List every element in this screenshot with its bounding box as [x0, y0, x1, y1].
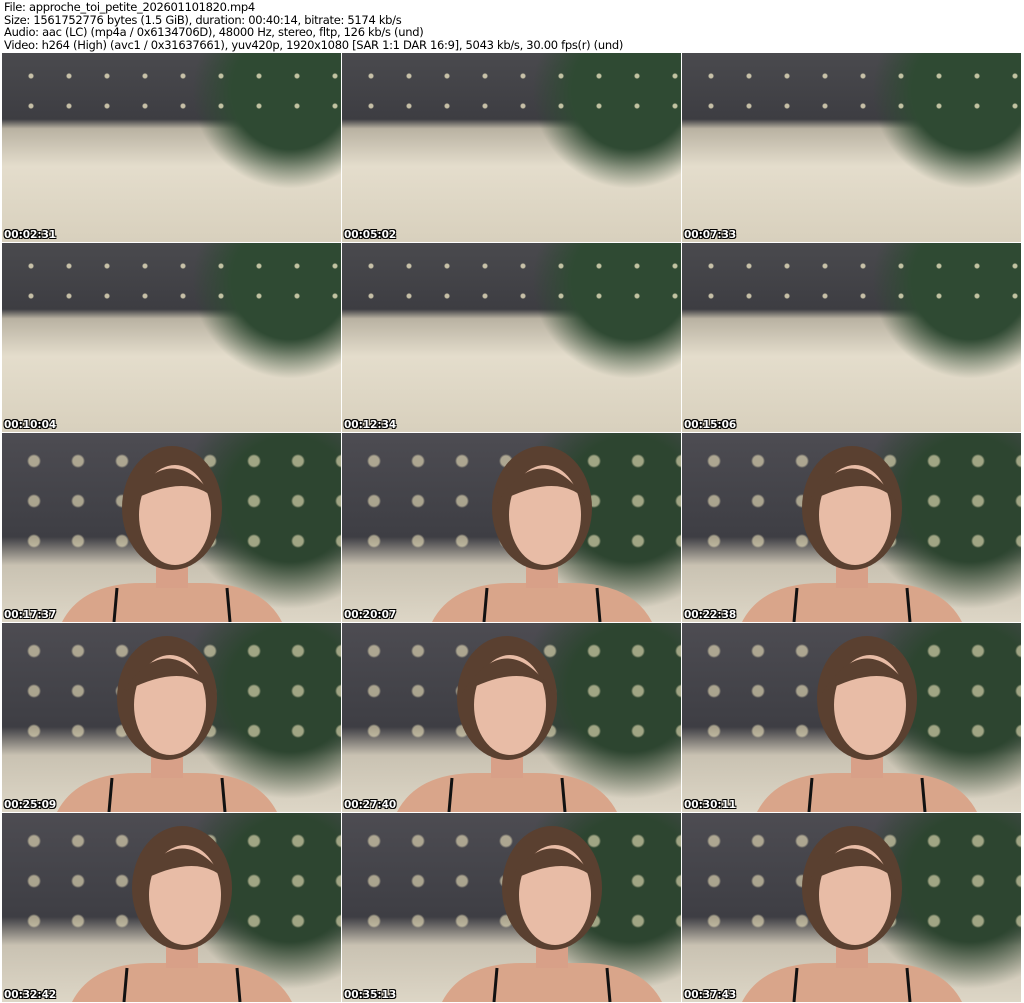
person-figure	[742, 446, 962, 622]
person-figure	[72, 826, 292, 1002]
person-figure	[397, 636, 617, 812]
thumbnail-grid: 00:02:31 00:05:02 00:07:33 00:10:04 00:12:34…	[2, 53, 1021, 1002]
video-thumbnail: 00:10:04	[2, 243, 341, 432]
person-figure	[442, 826, 662, 1002]
bokeh-lights	[682, 243, 1021, 319]
timestamp: 00:07:33	[684, 229, 737, 241]
video-thumbnail: 00:05:02	[342, 53, 681, 242]
video-thumbnail: 00:15:06	[682, 243, 1021, 432]
video-thumbnail: 00:22:38	[682, 433, 1021, 622]
person-figure	[432, 446, 652, 622]
bokeh-lights	[2, 53, 341, 129]
bokeh-lights	[342, 243, 681, 319]
person-figure	[62, 446, 282, 622]
video-thumbnail: 00:02:31	[2, 53, 341, 242]
timestamp: 00:37:43	[684, 989, 737, 1001]
audio-info: Audio: aac (LC) (mp4a / 0x6134706D), 480…	[4, 25, 424, 40]
timestamp: 00:27:40	[344, 799, 397, 811]
video-thumbnail: 00:27:40	[342, 623, 681, 812]
timestamp: 00:32:42	[4, 989, 57, 1001]
video-thumbnail: 00:17:37	[2, 433, 341, 622]
video-thumbnail: 00:32:42	[2, 813, 341, 1002]
video-thumbnail: 00:35:13	[342, 813, 681, 1002]
timestamp: 00:17:37	[4, 609, 57, 621]
timestamp: 00:15:06	[684, 419, 737, 431]
person-figure	[742, 826, 962, 1002]
file-name: File: approche_toi_petite_202601101820.m…	[4, 0, 255, 14]
video-thumbnail: 00:07:33	[682, 53, 1021, 242]
timestamp: 00:02:31	[4, 229, 57, 241]
timestamp: 00:20:07	[344, 609, 397, 621]
bokeh-lights	[2, 243, 341, 319]
bokeh-lights	[342, 53, 681, 129]
video-thumbnail: 00:20:07	[342, 433, 681, 622]
bokeh-lights	[682, 53, 1021, 129]
video-thumbnail: 00:37:43	[682, 813, 1021, 1002]
timestamp: 00:35:13	[344, 989, 397, 1001]
timestamp: 00:10:04	[4, 419, 57, 431]
person-figure	[57, 636, 277, 812]
timestamp: 00:05:02	[344, 229, 397, 241]
timestamp: 00:25:09	[4, 799, 57, 811]
video-thumbnail: 00:12:34	[342, 243, 681, 432]
video-info: Video: h264 (High) (avc1 / 0x31637661), …	[4, 37, 624, 52]
person-figure	[757, 636, 977, 812]
timestamp: 00:30:11	[684, 799, 737, 811]
timestamp: 00:12:34	[344, 419, 397, 431]
video-thumbnail: 00:30:11	[682, 623, 1021, 812]
video-thumbnail: 00:25:09	[2, 623, 341, 812]
file-info: File: approche_toi_petite_202601101820.m…	[4, 1, 623, 51]
timestamp: 00:22:38	[684, 609, 737, 621]
